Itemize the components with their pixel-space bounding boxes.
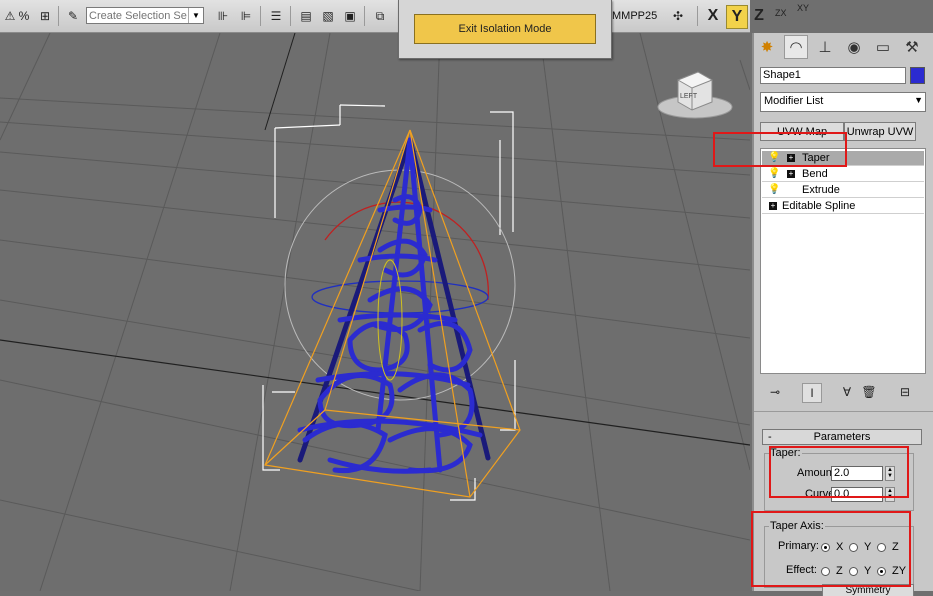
primary-label: Primary:: [778, 540, 819, 552]
effect-z-radio[interactable]: [821, 567, 830, 576]
tapered-shape-object: [297, 137, 491, 474]
chevron-down-icon[interactable]: ▼: [914, 95, 923, 105]
toolbar-separator: [364, 6, 365, 26]
lightbulb-icon[interactable]: 💡: [768, 184, 780, 195]
stack-item-label: Taper: [802, 152, 830, 164]
lightbulb-icon[interactable]: 💡: [768, 152, 780, 163]
configure-modifier-sets-icon[interactable]: ⊟: [896, 383, 914, 401]
rollout-title: Parameters: [813, 431, 871, 443]
stack-item-taper[interactable]: 💡 + Taper: [762, 151, 924, 166]
symmetry-checkbox[interactable]: Symmetry: [822, 584, 914, 596]
radio-label: Z: [892, 541, 899, 553]
exit-isolation-mode-button[interactable]: Exit Isolation Mode: [414, 14, 596, 44]
create-icon[interactable]: ✸: [755, 35, 779, 59]
lightbulb-icon[interactable]: 💡: [768, 168, 780, 179]
group-title: Taper Axis:: [769, 520, 825, 532]
toolbar-separator: [58, 6, 59, 26]
make-unique-icon[interactable]: ∀: [838, 383, 856, 401]
taper-axis-group: Taper Axis: Primary: X Y Z Effect: Z Y Z…: [764, 520, 914, 588]
named-selection-label[interactable]: MMPP25: [612, 10, 657, 22]
layer-manager-icon[interactable]: ☰: [266, 6, 286, 26]
effect-y-radio[interactable]: [849, 567, 858, 576]
main-toolbar: ⚠ % ⊞ ✎ ▼ ⊪ ⊫ ☰ ▤ ▧ ▣ ⧉ MMPP25 ✣ X Y Z: [0, 0, 764, 33]
viewport-scene: LEFT: [0, 33, 750, 591]
radio-label: Y: [864, 541, 872, 553]
plane-xy-button[interactable]: XY: [797, 3, 809, 13]
radio-label: ZY: [892, 565, 907, 577]
object-name-field[interactable]: Shape1: [760, 67, 906, 84]
mirror-icon[interactable]: ⊪: [213, 6, 233, 26]
modifier-list-label: Modifier List: [764, 95, 824, 107]
percent-snap-icon[interactable]: %: [14, 6, 34, 26]
uvw-map-button[interactable]: UVW Map: [760, 122, 844, 141]
effect-label: Effect:: [786, 564, 817, 576]
amount-spinner-arrows[interactable]: ▲ ▼: [885, 466, 895, 481]
curve-spinner-field[interactable]: 0.0: [831, 487, 883, 502]
curve-spinner-arrows[interactable]: ▲ ▼: [885, 487, 895, 502]
radio-label: X: [836, 541, 844, 553]
stack-item-label: Bend: [802, 168, 828, 180]
command-panel: ✸ ◠ ⊥ ◉ ▭ ⚒ Shape1 Modifier List ▼ UVW M…: [752, 33, 933, 596]
modify-icon[interactable]: ◠: [784, 35, 808, 59]
modifier-stack[interactable]: 💡 + Taper 💡 + Bend 💡 Extrude + Editable …: [760, 148, 926, 374]
radio-label: Y: [864, 565, 872, 577]
viewcube-face-label: LEFT: [680, 93, 698, 100]
toolbar-separator: [260, 6, 261, 26]
chevron-down-icon[interactable]: ▼: [188, 8, 203, 23]
expand-plus-icon[interactable]: +: [787, 154, 795, 162]
group-title: Taper:: [769, 447, 802, 459]
effect-zy-radio[interactable]: [877, 567, 886, 576]
radio-label: Z: [836, 565, 843, 577]
expand-plus-icon[interactable]: +: [769, 202, 777, 210]
show-end-result-icon[interactable]: I: [802, 383, 822, 403]
display-icon[interactable]: ▭: [871, 35, 895, 59]
primary-x-radio[interactable]: [821, 543, 830, 552]
snowflake-icon[interactable]: ✣: [668, 6, 688, 26]
axis-x-button[interactable]: X: [704, 5, 722, 27]
motion-icon[interactable]: ◉: [842, 35, 866, 59]
stack-toolbar: ⊸ I ∀ 🗑 ⊟: [754, 381, 933, 403]
stack-item-extrude[interactable]: 💡 Extrude: [762, 183, 924, 198]
spinner-snap-icon[interactable]: ⊞: [35, 6, 55, 26]
material-editor-icon[interactable]: ▣: [340, 6, 360, 26]
isolation-mode-dialog: Exit Isolation Mode: [398, 0, 612, 59]
expand-plus-icon[interactable]: +: [787, 170, 795, 178]
perspective-viewport[interactable]: LEFT: [0, 33, 750, 591]
selection-set-dropdown[interactable]: ▼: [86, 7, 204, 24]
schematic-view-icon[interactable]: ▧: [318, 6, 338, 26]
amount-spinner-field[interactable]: 2.0: [831, 466, 883, 481]
parameters-rollout-header[interactable]: - Parameters: [762, 429, 922, 445]
render-setup-icon[interactable]: ⧉: [370, 6, 390, 26]
axis-y-button[interactable]: Y: [726, 5, 748, 29]
command-panel-tabs: ✸ ◠ ⊥ ◉ ▭ ⚒: [754, 33, 933, 61]
stack-item-label: Editable Spline: [782, 200, 856, 212]
remove-modifier-icon[interactable]: 🗑: [860, 383, 878, 401]
axis-z-button[interactable]: Z: [750, 5, 768, 27]
modifier-list-dropdown[interactable]: Modifier List ▼: [760, 92, 926, 112]
toolbar-separator: [697, 6, 698, 26]
toolbar-separator: [290, 6, 291, 26]
unwrap-uvw-button[interactable]: Unwrap UVW: [844, 122, 916, 141]
selection-set-input[interactable]: [87, 8, 191, 23]
utilities-icon[interactable]: ⚒: [900, 35, 924, 59]
grid-axis-line: [264, 33, 296, 131]
stack-item-label: Extrude: [802, 184, 840, 196]
object-color-swatch[interactable]: [910, 67, 925, 84]
stack-item-bend[interactable]: 💡 + Bend: [762, 167, 924, 182]
taper-group: Taper: Amount: 2.0 ▲ ▼ Curve: 0.0 ▲ ▼: [764, 447, 914, 511]
stack-item-editable-spline[interactable]: + Editable Spline: [762, 199, 924, 214]
plane-zx-button[interactable]: ZX: [775, 8, 787, 18]
edit-named-selection-icon[interactable]: ✎: [63, 6, 83, 26]
hierarchy-icon[interactable]: ⊥: [813, 35, 837, 59]
panel-divider: [754, 411, 933, 412]
curve-editor-icon[interactable]: ▤: [296, 6, 316, 26]
pin-stack-icon[interactable]: ⊸: [766, 383, 784, 401]
primary-y-radio[interactable]: [849, 543, 858, 552]
viewcube: LEFT: [657, 71, 733, 119]
primary-z-radio[interactable]: [877, 543, 886, 552]
align-icon[interactable]: ⊫: [236, 6, 256, 26]
